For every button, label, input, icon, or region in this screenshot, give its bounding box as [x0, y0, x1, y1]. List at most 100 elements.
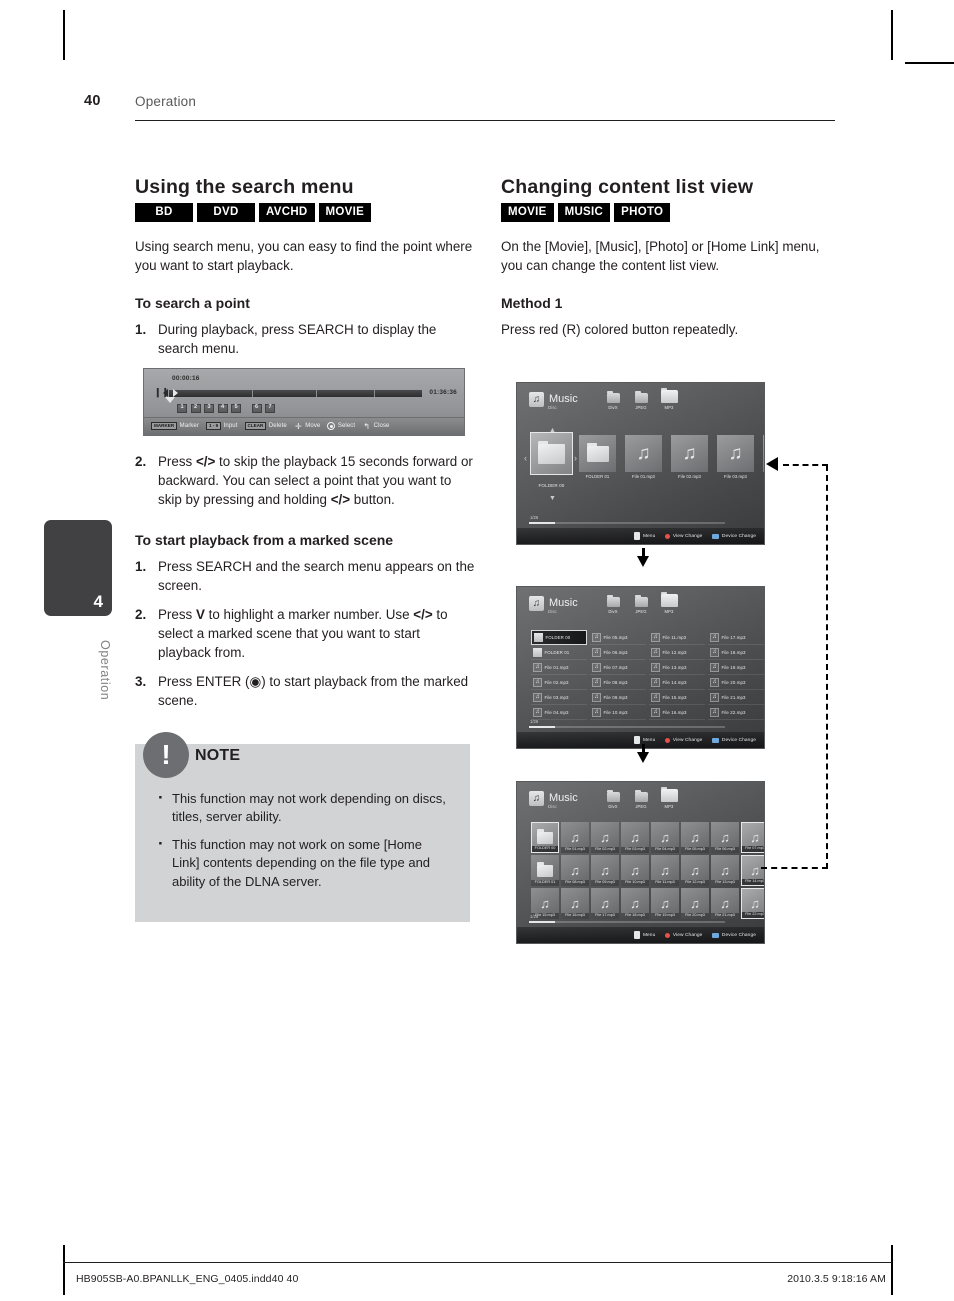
list-item[interactable]: ♫ File 19.mp3 [651, 888, 679, 919]
list-item[interactable]: FOLDER 01 [531, 855, 559, 886]
list-item[interactable]: FOLDER 00 [531, 630, 587, 645]
page-scrollbar[interactable] [529, 726, 725, 728]
list-item[interactable]: ♫ File 07.mp3 [590, 660, 646, 675]
tab-jpeg[interactable]: JPEG [631, 594, 651, 614]
list-item[interactable]: ♫ File 17.mp3 [708, 630, 764, 645]
list-item[interactable]: ♫ File 20.mp3 [681, 888, 709, 919]
list-item[interactable]: ♫ File 01.mp3 [625, 435, 662, 479]
tab-divx[interactable]: DivX [603, 789, 623, 809]
list-item[interactable]: ♫ File 06.mp3 [590, 645, 646, 660]
list-item[interactable]: ♫ File 21.mp3 [708, 690, 764, 705]
folder-icon [586, 442, 609, 462]
footer-action-menu[interactable]: Menu [634, 736, 655, 744]
footer-action-menu[interactable]: Menu [634, 532, 655, 540]
music-note-icon: ♫ [592, 692, 601, 702]
list-item[interactable]: ♫ File 21.mp3 [711, 888, 739, 919]
step-number: 3. [135, 673, 147, 689]
list-item[interactable]: ♫ File 05.mp3 [590, 630, 646, 645]
tab-jpeg[interactable]: JPEG [631, 390, 651, 410]
subheading-search-point: To search a point [135, 294, 250, 311]
screen-title: Music [549, 792, 578, 804]
item-label: FOLDER 00 [538, 483, 565, 488]
item-label: File 03.mp3 [544, 694, 569, 700]
list-item[interactable]: ♫ File 22.mp3 [741, 888, 764, 919]
list-item[interactable]: ♫ File 14.mp3 [741, 855, 764, 886]
list-item[interactable]: FOLDER 00 [531, 822, 559, 853]
list-item[interactable]: FOLDER 01 [531, 645, 587, 660]
tab-jpeg[interactable]: JPEG [631, 789, 651, 809]
music-note-icon: ♫ [720, 863, 730, 878]
step-text-a: Press [158, 453, 196, 469]
list-item[interactable]: ♫ File 13.mp3 [711, 855, 739, 886]
list-item[interactable]: ♫ File 18.mp3 [708, 645, 764, 660]
list-item[interactable]: FOLDER 00 [530, 432, 573, 488]
list-item[interactable]: ♫ File 18.mp3 [621, 888, 649, 919]
tab-mp3[interactable]: MP3 [659, 591, 679, 614]
crop-mark-top-right-h [905, 62, 954, 64]
music-note-icon: ♫ [660, 830, 670, 845]
list-item[interactable]: ♫ File 08.mp3 [590, 675, 646, 690]
list-item[interactable]: ♫ File 16.mp3 [561, 888, 589, 919]
list-item[interactable]: ♫ File 02.mp3 [531, 675, 587, 690]
footer-action-view-change[interactable]: View Change [665, 533, 702, 539]
list-item[interactable]: ♫ File 03.mp3 [717, 435, 754, 479]
list-item[interactable]: ♫ File 04.mp3 [651, 822, 679, 853]
list-item[interactable]: ♫ File 01.mp3 [531, 660, 587, 675]
list-item[interactable]: ♫ File 12.mp3 [649, 645, 705, 660]
list-item[interactable]: ♫ File 02.mp3 [591, 822, 619, 853]
list-item[interactable]: ♫ File 02.mp3 [671, 435, 708, 479]
footer-action-view-change[interactable]: View Change [665, 932, 702, 938]
music-note-icon: ♫ [529, 791, 544, 806]
list-item[interactable]: ♫ File 09.mp3 [591, 855, 619, 886]
music-note-icon: ♫ [710, 632, 719, 642]
tab-mp3[interactable]: MP3 [659, 387, 679, 410]
list-item[interactable]: ♫ File 01.mp3 [561, 822, 589, 853]
music-note-icon: ♫ [690, 863, 700, 878]
intro-paragraph: Using search menu, you can easy to find … [135, 238, 473, 273]
music-note-icon: ♫ [660, 863, 670, 878]
list-item[interactable]: ♫ File 08.mp3 [561, 855, 589, 886]
tab-mp3[interactable]: MP3 [659, 786, 679, 809]
footer-action-menu[interactable]: Menu [634, 931, 655, 939]
tab-divx[interactable]: DivX [603, 390, 623, 410]
list-item[interactable]: ♫ File 12.mp3 [681, 855, 709, 886]
scroll-down-arrow-icon[interactable]: ▼ [549, 495, 556, 502]
list-item[interactable]: ♫ File 14.mp3 [649, 675, 705, 690]
format-tag-avchd: AVCHD [259, 203, 315, 222]
list-item[interactable]: ♫ File 11.mp3 [649, 630, 705, 645]
tab-divx[interactable]: DivX [603, 594, 623, 614]
list-item[interactable]: ♫ File 10.mp3 [621, 855, 649, 886]
list-item[interactable]: ♫ File 04.mp3 [763, 435, 764, 479]
list-item[interactable]: ♫ File 03.mp3 [531, 690, 587, 705]
item-label: File 05.mp3 [603, 634, 628, 640]
list-item[interactable]: ♫ File 09.mp3 [590, 690, 646, 705]
list-item[interactable]: ♫ File 07.mp3 [741, 822, 764, 853]
page-scrollbar[interactable] [529, 921, 725, 923]
list-item[interactable]: ♫ File 16.mp3 [649, 705, 705, 720]
screenshot-grid-view: ♫ Music Disc DivX JPEG MP3 FOLDER 00 ♫ Fi… [516, 781, 765, 944]
list-item[interactable]: ♫ File 20.mp3 [708, 675, 764, 690]
music-note-icon: ♫ [651, 647, 660, 657]
list-item[interactable]: ♫ File 11.mp3 [651, 855, 679, 886]
footer-action-view-change[interactable]: View Change [665, 737, 702, 743]
playhead-caret-icon [165, 396, 175, 403]
screen-source-label: Disc [548, 405, 557, 410]
list-item[interactable]: ♫ File 13.mp3 [649, 660, 705, 675]
footer-action-device-change[interactable]: Device Change [712, 533, 756, 539]
list-item[interactable]: ♫ File 19.mp3 [708, 660, 764, 675]
list-item[interactable]: FOLDER 01 [579, 435, 616, 479]
list-item[interactable]: ♫ File 22.mp3 [708, 705, 764, 720]
tab-label: JPEG [635, 803, 647, 809]
footer-action-device-change[interactable]: Device Change [712, 932, 756, 938]
list-item[interactable]: ♫ File 17.mp3 [591, 888, 619, 919]
footer-action-label: Menu [642, 533, 656, 539]
list-item[interactable]: ♫ File 05.mp3 [681, 822, 709, 853]
prev-arrow-icon[interactable]: ‹ [524, 453, 527, 463]
list-item[interactable]: ♫ File 03.mp3 [621, 822, 649, 853]
list-item[interactable]: ♫ File 10.mp3 [590, 705, 646, 720]
list-item[interactable]: ♫ File 04.mp3 [531, 705, 587, 720]
page-scrollbar[interactable] [529, 522, 725, 524]
footer-action-device-change[interactable]: Device Change [712, 737, 756, 743]
list-item[interactable]: ♫ File 15.mp3 [649, 690, 705, 705]
list-item[interactable]: ♫ File 06.mp3 [711, 822, 739, 853]
